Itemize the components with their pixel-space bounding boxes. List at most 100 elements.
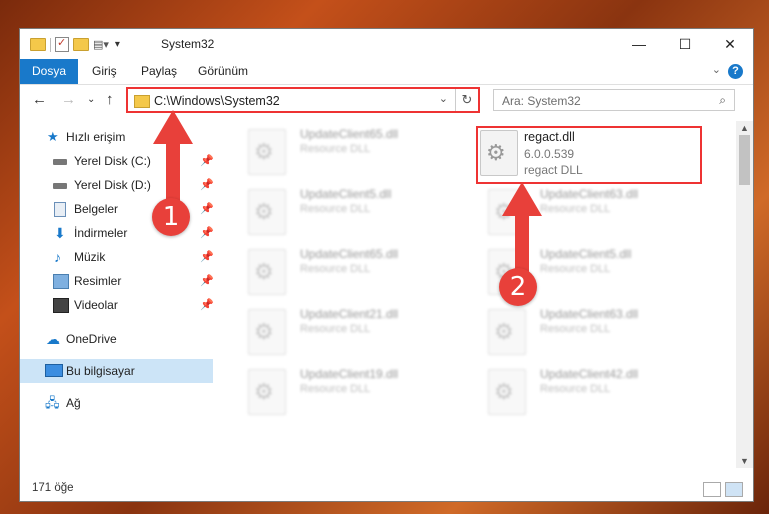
sidebar-item-label: Belgeler	[74, 202, 119, 216]
music-icon: ♪	[54, 249, 61, 265]
file-type: Resource DLL	[540, 383, 611, 395]
list-item[interactable]: ⚙ UpdateClient21.dll Resource DLL	[240, 305, 460, 365]
sidebar-item-label: Resimler	[74, 274, 122, 288]
file-type: regact DLL	[524, 163, 583, 177]
videos-icon	[53, 298, 69, 313]
file-name: UpdateClient42.dll	[540, 367, 639, 381]
pin-icon[interactable]: 📌	[200, 269, 214, 293]
file-name: UpdateClient65.dll	[300, 127, 399, 141]
up-button[interactable]: ↑	[106, 91, 114, 108]
drive-icon	[53, 183, 67, 189]
list-item[interactable]: ⚙ UpdateClient65.dll Resource DLL	[240, 245, 460, 305]
scroll-up-icon[interactable]: ▲	[736, 123, 753, 133]
sidebar-item-label: Yerel Disk (C:)	[74, 154, 151, 168]
search-input[interactable]: Ara: System32 ⌕	[493, 89, 735, 111]
file-type: Resource DLL	[300, 323, 371, 335]
tab-share[interactable]: Paylaş	[129, 59, 189, 84]
pin-icon[interactable]: 📌	[200, 245, 214, 269]
maximize-button[interactable]: ☐	[662, 29, 708, 59]
customize-toolbar-icon[interactable]: ▤▾	[93, 38, 109, 51]
pin-icon[interactable]: 📌	[200, 293, 214, 317]
file-name: UpdateClient21.dll	[300, 307, 399, 321]
list-item[interactable]: ⚙ UpdateClient65.dll Resource DLL	[240, 125, 460, 185]
properties-icon[interactable]	[55, 36, 69, 52]
file-type: Resource DLL	[540, 263, 611, 275]
expand-ribbon-icon[interactable]: ⌄	[712, 63, 721, 76]
sidebar-item-onedrive[interactable]: ☁ OneDrive	[20, 327, 213, 351]
pictures-icon	[53, 274, 69, 289]
file-explorer-window: ▤▾ ▾ System32 — ☐ ✕ Dosya Giriş Paylaş G…	[19, 28, 754, 502]
folder-icon	[30, 38, 46, 51]
back-button[interactable]: ←	[32, 91, 47, 108]
dropdown-icon[interactable]: ▾	[115, 39, 120, 50]
file-type: Resource DLL	[300, 383, 371, 395]
gear-icon: ⚙	[254, 199, 274, 224]
file-name: UpdateClient63.dll	[540, 187, 639, 201]
list-item-regact[interactable]: ⚙ regact.dll 6.0.0.539 regact DLL	[478, 128, 698, 188]
step-badge-2: 2	[499, 268, 537, 306]
drive-icon	[53, 159, 67, 165]
gear-icon: ⚙	[254, 259, 274, 284]
download-icon: ⬇	[54, 225, 66, 241]
tab-view[interactable]: Görünüm	[186, 59, 260, 84]
details-view-icon[interactable]	[703, 482, 721, 497]
cloud-icon: ☁	[46, 331, 60, 347]
sidebar-item-label: OneDrive	[66, 332, 117, 346]
list-item[interactable]: ⚙ UpdateClient42.dll Resource DLL	[480, 365, 700, 425]
chevron-down-icon[interactable]: ⌄	[439, 92, 448, 105]
pin-icon[interactable]: 📌	[200, 149, 214, 173]
file-type: Resource DLL	[540, 323, 611, 335]
file-name: UpdateClient19.dll	[300, 367, 399, 381]
sidebar-item-label: İndirmeler	[74, 226, 128, 240]
new-folder-icon[interactable]	[73, 38, 89, 51]
list-item[interactable]: ⚙ UpdateClient19.dll Resource DLL	[240, 365, 460, 425]
list-item[interactable]: ⚙ UpdateClient5.dll Resource DLL	[240, 185, 460, 245]
file-name: UpdateClient63.dll	[540, 307, 639, 321]
file-name: UpdateClient5.dll	[540, 247, 632, 261]
scrollbar-thumb[interactable]	[739, 135, 750, 185]
network-icon: 🖧	[45, 395, 60, 410]
item-count: 171 öğe	[32, 482, 74, 494]
forward-button[interactable]: →	[61, 91, 76, 108]
tiles-view-icon[interactable]	[725, 482, 743, 497]
sidebar-item-pictures[interactable]: Resimler 📌	[20, 269, 214, 293]
search-icon[interactable]: ⌕	[719, 93, 726, 108]
vertical-scrollbar[interactable]: ▲ ▼	[736, 121, 753, 468]
sidebar-item-videos[interactable]: Videolar 📌	[20, 293, 214, 317]
gear-icon: ⚙	[494, 319, 514, 344]
list-item[interactable]: ⚙ UpdateClient63.dll Resource DLL	[480, 305, 700, 365]
gear-icon: ⚙	[494, 379, 514, 404]
sidebar-item-network[interactable]: 🖧 Ağ	[20, 391, 213, 415]
search-placeholder: Ara: System32	[502, 94, 581, 108]
sidebar-item-label: Bu bilgisayar	[66, 364, 135, 378]
pin-icon[interactable]: 📌	[200, 197, 214, 221]
help-icon[interactable]: ?	[728, 64, 743, 79]
file-name: UpdateClient5.dll	[300, 187, 392, 201]
tab-file[interactable]: Dosya	[20, 59, 78, 84]
refresh-button[interactable]: ↻	[455, 89, 478, 111]
star-icon: ★	[47, 129, 59, 144]
highlight-box: ⚙ regact.dll 6.0.0.539 regact DLL	[476, 126, 702, 184]
recent-locations-icon[interactable]: ⌄	[87, 94, 95, 105]
pin-icon[interactable]: 📌	[200, 221, 214, 245]
file-type: Resource DLL	[300, 263, 371, 275]
quick-access-toolbar: ▤▾ ▾	[30, 36, 120, 52]
sidebar-item-label: Videolar	[74, 298, 118, 312]
step-badge-1: 1	[152, 198, 190, 236]
minimize-button[interactable]: —	[616, 29, 662, 59]
sidebar-item-label: Ağ	[66, 396, 81, 410]
gear-icon: ⚙	[486, 140, 506, 165]
gear-icon: ⚙	[254, 319, 274, 344]
title-bar: ▤▾ ▾ System32 — ☐ ✕	[20, 29, 753, 59]
sidebar-item-label: Hızlı erişim	[66, 130, 126, 144]
scroll-down-icon[interactable]: ▼	[736, 456, 753, 466]
file-type: Resource DLL	[300, 203, 371, 215]
documents-icon	[54, 202, 66, 217]
file-type: Resource DLL	[540, 203, 611, 215]
address-path[interactable]: C:\Windows\System32	[154, 94, 280, 108]
pin-icon[interactable]: 📌	[200, 173, 214, 197]
close-button[interactable]: ✕	[707, 29, 753, 59]
file-type: Resource DLL	[300, 143, 371, 155]
sidebar-item-this-pc[interactable]: Bu bilgisayar	[20, 359, 213, 383]
tab-home[interactable]: Giriş	[80, 59, 129, 84]
